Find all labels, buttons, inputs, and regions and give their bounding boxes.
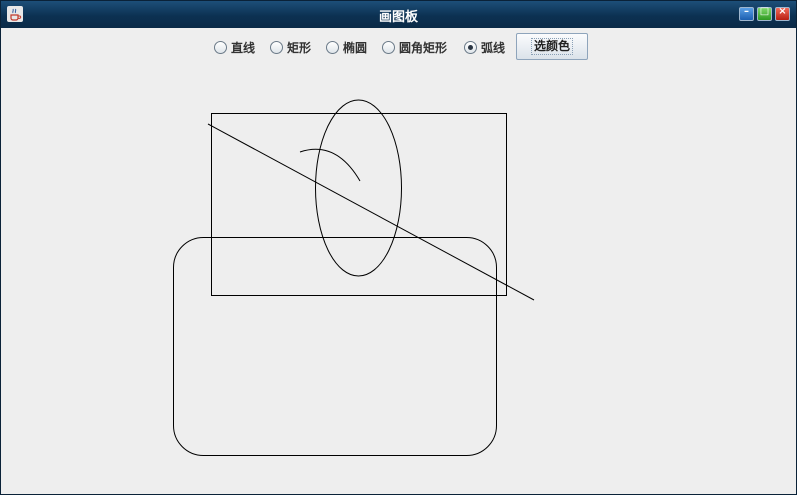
drawing-canvas[interactable] [1, 28, 796, 494]
drawn-ellipse [315, 99, 402, 277]
app-window: 画图板 – □ × 直线 矩形 椭圆 圆角矩形 弧线 选颜色 [0, 0, 797, 495]
drawn-rounded-rectangle [173, 237, 497, 456]
title-bar[interactable]: 画图板 – □ × [1, 1, 796, 28]
window-title: 画图板 [378, 10, 418, 25]
close-button[interactable]: × [775, 6, 790, 21]
close-icon: × [778, 6, 787, 17]
drawn-rectangle [211, 113, 507, 296]
maximize-button[interactable]: □ [757, 6, 772, 21]
drawn-line [207, 123, 535, 301]
drawn-arc [299, 148, 361, 182]
minimize-button[interactable]: – [739, 6, 754, 21]
maximize-icon: □ [759, 6, 770, 17]
minimize-icon: – [744, 6, 749, 17]
content-pane: 直线 矩形 椭圆 圆角矩形 弧线 选颜色 [1, 28, 796, 494]
